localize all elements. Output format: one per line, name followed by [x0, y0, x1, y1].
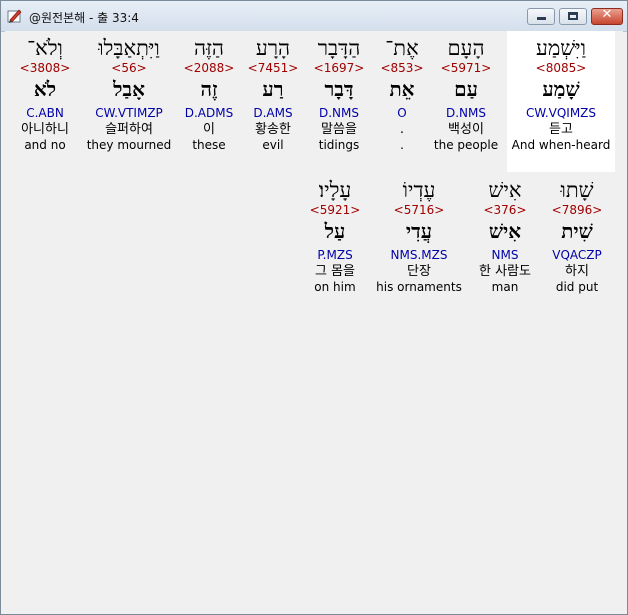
hebrew-word: הָעָם [447, 36, 485, 60]
hebrew-word: אֶת־ [385, 36, 419, 60]
strong-number[interactable]: <2088> [177, 61, 241, 75]
interlinear-panel: וַיִּשְׁמַע <8085> שָׁמַע CW.VQIMZS 듣고 A… [5, 31, 623, 610]
hebrew-word: עָלָיו׃ [318, 178, 352, 202]
korean-gloss: 아니하니 [21, 122, 69, 137]
hebrew-word: שָׁתוּ [560, 178, 594, 202]
strong-number[interactable]: <376> [467, 203, 543, 217]
morphology-code[interactable]: P.MZS [301, 247, 369, 263]
korean-gloss: 그 몸을 [314, 264, 355, 279]
lemma: דָּבָר [324, 77, 354, 101]
maximize-button[interactable] [559, 8, 587, 25]
korean-gloss: . [399, 122, 405, 137]
strong-number[interactable]: <5971> [433, 61, 499, 75]
korean-gloss: 황송한 [255, 122, 291, 137]
morphology-code[interactable]: D.NMS [433, 105, 499, 121]
english-gloss: did put [555, 280, 599, 294]
morphology-code[interactable]: D.AMS [243, 105, 303, 121]
korean-gloss: 말씀을 [321, 122, 357, 137]
english-gloss: And when-heard [511, 138, 611, 152]
lemma: זֶה [200, 77, 218, 101]
english-gloss: . [400, 138, 404, 152]
strong-number[interactable]: <5716> [373, 203, 465, 217]
hebrew-word: עֶדְיוֹ [402, 178, 436, 202]
korean-gloss: 백성이 [448, 122, 484, 137]
hebrew-word: הַדָּבָר [317, 36, 361, 60]
lemma: לֹא [33, 77, 57, 101]
word-column[interactable]: אֶת־ <853> אֵת O . . [377, 35, 427, 153]
korean-gloss: 슬퍼하여 [105, 122, 153, 137]
hebrew-word: הַזֶּה [193, 36, 224, 60]
strong-number[interactable]: <5921> [301, 203, 369, 217]
english-gloss: the people [433, 138, 499, 152]
english-gloss: man [491, 280, 519, 294]
lemma: עַל [324, 219, 346, 243]
english-gloss: tidings [318, 138, 360, 152]
close-icon: ✕ [601, 7, 613, 22]
title-bar[interactable]: @원전본해 - 출 33:4 ✕ [1, 1, 627, 32]
strong-number[interactable]: <8085> [507, 61, 615, 75]
hebrew-word: וְלֹא־ [27, 36, 63, 60]
lemma: שִׁית [561, 219, 593, 243]
strong-number[interactable]: <7451> [243, 61, 303, 75]
word-column[interactable]: הָרָע <7451> רַע D.AMS 황송한 evil [243, 35, 303, 153]
lemma: עַם [454, 77, 478, 101]
close-button[interactable]: ✕ [591, 7, 623, 25]
morphology-code[interactable]: D.ADMS [177, 105, 241, 121]
morphology-code[interactable]: VQACZP [545, 247, 609, 263]
english-gloss: his ornaments [376, 280, 462, 294]
word-column[interactable]: עֶדְיוֹ <5716> עֲדִי NMS.MZS 단장 his orna… [373, 177, 465, 295]
word-column[interactable]: הַדָּבָר <1697> דָּבָר D.NMS 말씀을 tidings [309, 35, 369, 153]
morphology-code[interactable]: C.ABN [13, 105, 77, 121]
strong-number[interactable]: <7896> [545, 203, 609, 217]
hebrew-word: וַיִּתְאַבָּלוּ [98, 36, 160, 60]
app-window: @원전본해 - 출 33:4 ✕ וַיִּשְׁמַע <8085> שָׁמ… [0, 0, 628, 615]
minimize-button[interactable] [527, 8, 555, 25]
morphology-code[interactable]: CW.VTIMZP [83, 105, 175, 121]
strong-number[interactable]: <1697> [309, 61, 369, 75]
english-gloss: they mourned [86, 138, 172, 152]
word-column[interactable]: עָלָיו׃ <5921> עַל P.MZS 그 몸을 on him [301, 177, 369, 295]
app-icon [7, 9, 22, 23]
korean-gloss: 단장 [407, 264, 431, 279]
korean-gloss: 한 사람도 [479, 264, 531, 279]
strong-number[interactable]: <853> [377, 61, 427, 75]
word-column[interactable]: הָעָם <5971> עַם D.NMS 백성이 the people [433, 35, 499, 153]
korean-gloss: 이 [203, 122, 215, 137]
lemma: אֵת [389, 77, 415, 101]
lemma: עֲדִי [405, 219, 433, 243]
morphology-code[interactable]: NMS.MZS [373, 247, 465, 263]
korean-gloss: 듣고 [549, 122, 573, 137]
lemma: שָׁמַע [542, 77, 580, 101]
word-column[interactable]: הַזֶּה <2088> זֶה D.ADMS 이 these [177, 35, 241, 153]
maximize-icon [568, 12, 578, 20]
english-gloss: these [192, 138, 226, 152]
english-gloss: on him [314, 280, 356, 294]
strong-number[interactable]: <3808> [13, 61, 77, 75]
hebrew-word: וַיִּשְׁמַע [535, 36, 587, 60]
english-gloss: and no [24, 138, 66, 152]
word-column[interactable]: אִישׁ <376> אִישׁ NMS 한 사람도 man [467, 177, 543, 295]
word-column[interactable]: וַיִּתְאַבָּלוּ <56> אָבַל CW.VTIMZP 슬퍼하… [83, 35, 175, 153]
hebrew-word: הָרָע [255, 36, 291, 60]
strong-number[interactable]: <56> [83, 61, 175, 75]
morphology-code[interactable]: O [377, 105, 427, 121]
word-column[interactable]: וַיִּשְׁמַע <8085> שָׁמַע CW.VQIMZS 듣고 A… [507, 35, 615, 153]
hebrew-word: אִישׁ [488, 178, 522, 202]
window-title: @원전본해 - 출 33:4 [29, 11, 139, 25]
english-gloss: evil [262, 138, 284, 152]
korean-gloss: 하지 [565, 264, 589, 279]
word-column[interactable]: וְלֹא־ <3808> לֹא C.ABN 아니하니 and no [13, 35, 77, 153]
lemma: אָבַל [113, 77, 145, 101]
minimize-icon [537, 17, 546, 20]
word-column[interactable]: שָׁתוּ <7896> שִׁית VQACZP 하지 did put [545, 177, 609, 295]
lemma: רַע [262, 77, 284, 101]
morphology-code[interactable]: D.NMS [309, 105, 369, 121]
morphology-code[interactable]: CW.VQIMZS [507, 105, 615, 121]
morphology-code[interactable]: NMS [467, 247, 543, 263]
lemma: אִישׁ [488, 219, 522, 243]
